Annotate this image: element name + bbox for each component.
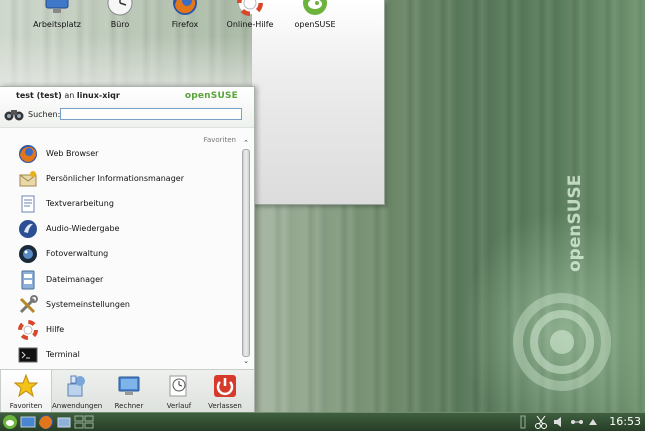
computer-icon <box>45 0 69 13</box>
tab-rechner[interactable]: Rechner <box>104 370 154 414</box>
tab-label: Rechner <box>114 402 144 410</box>
menu-item-label: Dateimanager <box>46 275 104 284</box>
wordprocessor-icon <box>21 195 35 213</box>
opensuse-start-icon[interactable] <box>2 414 18 430</box>
menu-item-label: Web Browser <box>46 149 99 158</box>
star-icon <box>14 374 38 398</box>
brand-logo-text: openSUSE <box>184 91 238 101</box>
desktop-icon-label: Arbeitsplatz <box>33 20 81 29</box>
menu-item-hilfe[interactable]: Hilfe <box>16 319 234 341</box>
menu-header: test (test) an linux-xiqr openSUSE Suche… <box>0 87 254 128</box>
history-icon <box>169 375 187 397</box>
scroll-up-icon[interactable]: ⌃ <box>241 139 251 147</box>
desktop-icon-label: Büro <box>110 20 130 29</box>
menu-tabs: Favoriten Anwendungen Rechner Verlauf Ve… <box>0 369 254 414</box>
tab-anwendungen[interactable]: Anwendungen <box>52 370 102 414</box>
file-manager-icon <box>21 270 35 290</box>
menu-item-dateimanager[interactable]: Dateimanager <box>16 269 234 291</box>
menu-item-label: Audio-Wiedergabe <box>46 224 120 233</box>
menu-item-label: Textverarbeitung <box>46 199 114 208</box>
menu-item-fotoverwaltung[interactable]: Fotoverwaltung <box>16 243 234 265</box>
desktop-icon-label: Online-Hilfe <box>226 20 274 29</box>
search-input[interactable] <box>60 108 242 120</box>
tab-label: Verlauf <box>166 402 192 410</box>
terminal-icon <box>18 347 38 363</box>
tray-expand-icon[interactable] <box>588 414 598 430</box>
firefox-icon <box>19 145 37 163</box>
firefox-icon[interactable] <box>38 414 54 430</box>
pager-icon[interactable] <box>74 414 94 430</box>
tab-verlauf[interactable]: Verlauf <box>154 370 204 414</box>
file-manager-icon[interactable] <box>56 414 72 430</box>
taskbar: 16:53 <box>0 412 645 431</box>
wallpaper-logo-icon <box>513 293 611 391</box>
menu-item-label: Fotoverwaltung <box>46 249 109 258</box>
scrollbar-thumb[interactable] <box>242 149 250 357</box>
clock-icon <box>107 0 133 16</box>
background-window-area <box>0 36 252 90</box>
network-icon[interactable] <box>570 414 584 430</box>
applications-icon <box>67 375 85 397</box>
menu-item-pim[interactable]: Persönlicher Informationsmanager <box>16 168 234 190</box>
menu-item-textverarbeitung[interactable]: Textverarbeitung <box>16 193 234 215</box>
menu-scrollbar[interactable]: ⌃ ⌄ <box>241 139 251 365</box>
help-icon <box>237 0 263 16</box>
firefox-icon <box>173 0 197 15</box>
panel-handle-icon[interactable] <box>518 414 528 430</box>
menu-item-web-browser[interactable]: Web Browser <box>16 143 234 165</box>
menu-item-systemeinstellungen[interactable]: Systemeinstellungen <box>16 294 234 316</box>
desktop-icons: Arbeitsplatz Büro Firefox Online-Hilfe o… <box>0 0 360 36</box>
user-info: test (test) an linux-xiqr <box>16 91 120 100</box>
application-launcher-menu: test (test) an linux-xiqr openSUSE Suche… <box>0 86 255 414</box>
computer-icon <box>118 376 140 395</box>
scroll-down-icon[interactable]: ⌄ <box>241 357 251 365</box>
tab-label: Anwendungen <box>52 402 103 410</box>
pim-icon <box>19 171 37 187</box>
menu-item-terminal[interactable]: Terminal <box>16 344 234 366</box>
menu-item-label: Hilfe <box>46 325 65 334</box>
desktop-icon-label: Firefox <box>171 20 199 29</box>
tab-verlassen[interactable]: Verlassen <box>200 370 250 414</box>
menu-item-label: Systemeinstellungen <box>46 300 130 309</box>
desktop-icon-label: openSUSE <box>294 20 336 29</box>
klipper-scissors-icon[interactable] <box>534 414 548 430</box>
tab-label: Favoriten <box>9 402 43 410</box>
tab-favoriten[interactable]: Favoriten <box>0 370 52 414</box>
binoculars-icon <box>4 110 24 121</box>
clock[interactable]: 16:53 <box>609 415 641 428</box>
wallpaper-branding: openSUSE <box>565 175 585 272</box>
menu-item-label: Persönlicher Informationsmanager <box>46 174 184 183</box>
show-desktop-icon[interactable] <box>20 414 36 430</box>
wallpaper-text: openSUSE <box>565 175 585 272</box>
opensuse-icon <box>303 0 327 15</box>
audio-player-icon <box>19 220 37 238</box>
menu-item-audio-wiedergabe[interactable]: Audio-Wiedergabe <box>16 218 234 240</box>
search-label: Suchen: <box>28 110 61 119</box>
power-icon <box>214 375 236 397</box>
system-settings-icon <box>19 295 38 314</box>
menu-item-label: Terminal <box>46 350 80 359</box>
photo-manager-icon <box>19 245 37 263</box>
help-icon <box>18 320 38 340</box>
tab-label: Verlassen <box>208 402 242 410</box>
volume-icon[interactable] <box>552 414 566 430</box>
